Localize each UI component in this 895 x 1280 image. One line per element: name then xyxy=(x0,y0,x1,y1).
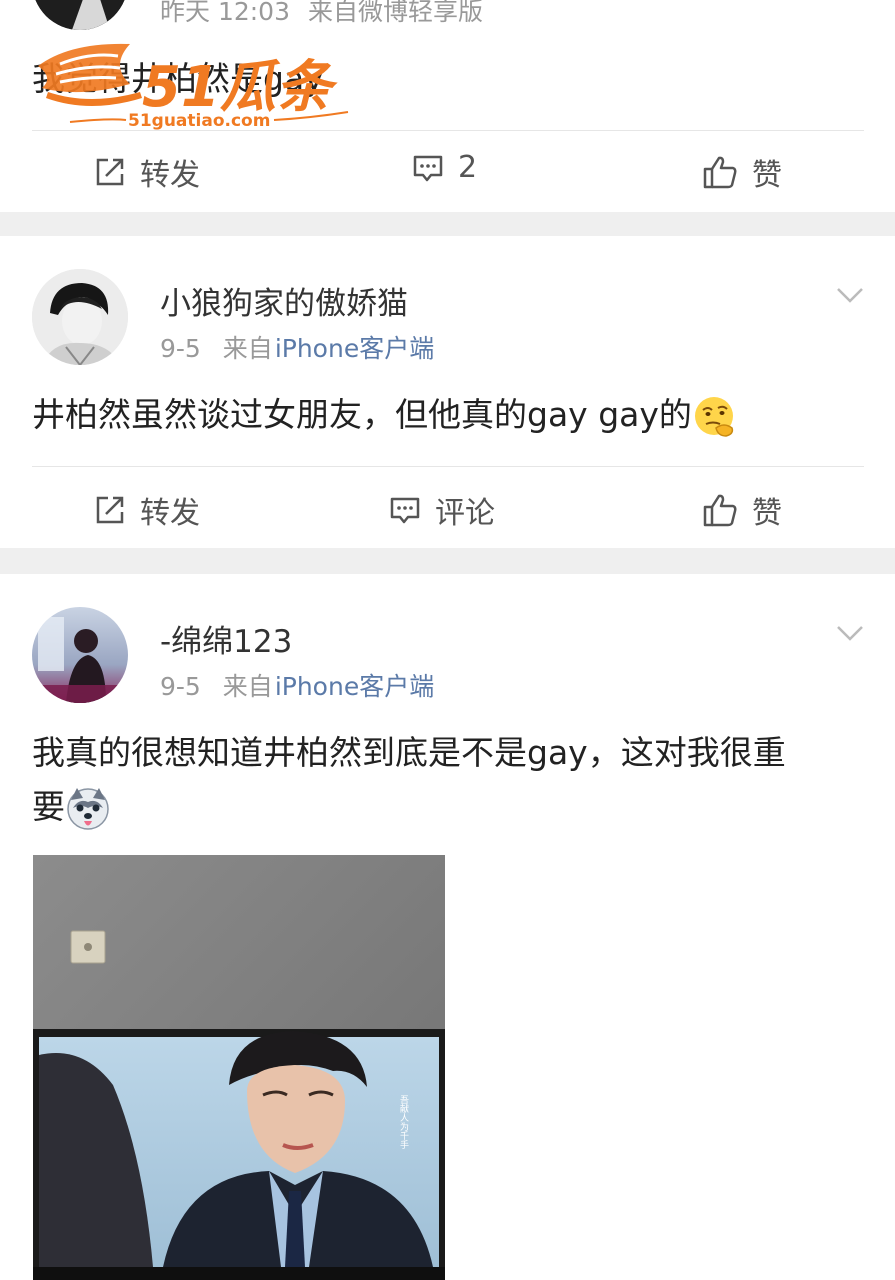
like-label: 赞 xyxy=(752,158,782,193)
post-meta: 9-5 来自iPhone客户端 xyxy=(160,667,434,703)
repost-label: 转发 xyxy=(140,496,200,531)
post-time: 9-5 xyxy=(160,672,201,701)
post-meta: 昨天 12:03 来自微博轻享版 xyxy=(160,0,483,26)
husky-face-icon xyxy=(67,787,109,830)
thinking-face-icon xyxy=(694,396,734,437)
comment-icon xyxy=(413,155,443,181)
repost-icon xyxy=(96,158,124,186)
post-separator xyxy=(0,212,895,236)
chevron-down-icon[interactable] xyxy=(836,624,864,642)
like-button[interactable]: 赞 xyxy=(702,150,782,194)
post-time: 9-5 xyxy=(160,334,201,363)
repost-button[interactable]: 转发 xyxy=(94,150,200,194)
username[interactable]: -绵绵123 xyxy=(160,616,292,661)
thumbs-up-icon xyxy=(703,494,737,527)
comment-label: 评论 xyxy=(435,496,495,531)
like-label: 赞 xyxy=(752,496,782,531)
post-image[interactable]: 吾献人为千手 xyxy=(33,855,445,1280)
avatar[interactable] xyxy=(32,607,128,703)
image-caption: 吾献人为千手 xyxy=(398,1095,409,1150)
source-prefix: 来自 xyxy=(222,672,273,701)
source-device-link[interactable]: iPhone客户端 xyxy=(275,672,434,701)
post-content: 井柏然虽然谈过女朋友，但他真的gay gay的 xyxy=(32,388,738,442)
post-1: 昨天 12:03 来自微博轻享版 我觉得井柏然是gay 51瓜条 51guati… xyxy=(0,0,895,212)
avatar[interactable] xyxy=(32,0,128,30)
post-3: -绵绵123 9-5 来自iPhone客户端 我真的很想知道井柏然到底是不是ga… xyxy=(0,574,895,1280)
source-prefix: 来自 xyxy=(222,334,273,363)
comment-button[interactable]: 2 xyxy=(412,150,477,185)
watermark-url: 51guatiao.com xyxy=(128,111,270,131)
chevron-down-icon[interactable] xyxy=(836,286,864,304)
repost-button[interactable]: 转发 xyxy=(94,488,200,532)
watermark-logo: 51瓜条 51guatiao.com xyxy=(30,36,350,131)
content-line-2: 要 xyxy=(32,780,786,834)
like-button[interactable]: 赞 xyxy=(702,488,782,532)
post-meta: 9-5 来自iPhone客户端 xyxy=(160,329,434,365)
comment-count: 2 xyxy=(458,150,478,185)
thumbs-up-icon xyxy=(703,156,737,189)
comment-icon xyxy=(390,497,420,524)
post-2: 小狼狗家的傲娇猫 9-5 来自iPhone客户端 井柏然虽然谈过女朋友，但他真的… xyxy=(0,236,895,548)
post-separator xyxy=(0,548,895,574)
post-content: 我真的很想知道井柏然到底是不是gay，这对我很重 要 xyxy=(32,726,786,834)
content-line-1: 我真的很想知道井柏然到底是不是gay，这对我很重 xyxy=(32,733,786,772)
comment-button[interactable]: 评论 xyxy=(389,488,495,532)
source-device-link[interactable]: iPhone客户端 xyxy=(275,334,434,363)
divider xyxy=(32,130,864,131)
repost-label: 转发 xyxy=(140,158,200,193)
divider xyxy=(32,466,864,467)
username[interactable]: 小狼狗家的傲娇猫 xyxy=(160,278,408,323)
repost-icon xyxy=(96,496,124,524)
avatar[interactable] xyxy=(32,269,128,365)
